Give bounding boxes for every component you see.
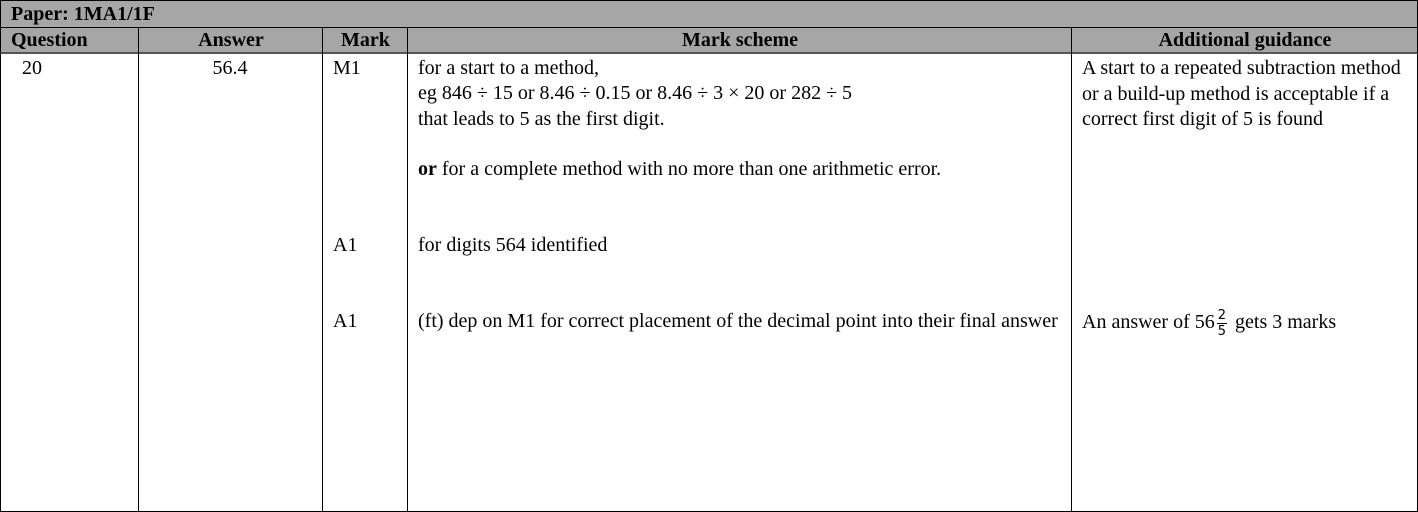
column-divider: [322, 28, 323, 512]
table-header-row: Question Answer Mark Mark scheme Additio…: [0, 28, 1418, 54]
scheme-line: for a start to a method,: [418, 57, 600, 79]
scheme-line: eg 846 ÷ 15 or 8.46 ÷ 0.15 or 8.46 ÷ 3 ×…: [418, 82, 853, 104]
scheme-line: (ft) dep on M1 for correct placement of …: [418, 310, 1058, 332]
fraction-denominator: 5: [1217, 324, 1227, 339]
mark-scheme-document: Paper: 1MA1/1F Question Answer Mark Mark…: [0, 0, 1418, 512]
guidance-suffix: gets 3 marks: [1230, 311, 1337, 334]
header-mark: Mark: [341, 29, 390, 51]
question-number: 20: [22, 57, 42, 79]
answer-value: 56.4: [212, 57, 248, 79]
column-divider: [1071, 28, 1072, 512]
header-question: Question: [11, 29, 88, 51]
column-divider: [138, 28, 139, 512]
scheme-or-text: for a complete method with no more than …: [436, 158, 942, 180]
header-answer: Answer: [198, 29, 264, 51]
header-mark-scheme: Mark scheme: [681, 29, 799, 51]
mark-code: M1: [333, 57, 361, 79]
scheme-alternative: or for a complete method with no more th…: [418, 157, 941, 183]
header-additional-guidance: Additional guidance: [1158, 29, 1332, 51]
mark-code: A1: [333, 310, 358, 332]
fraction-numerator: 2: [1216, 308, 1228, 324]
scheme-line: that leads to 5 as the first digit.: [418, 108, 665, 130]
paper-title: Paper: 1MA1/1F: [0, 0, 1418, 28]
guidance-text: A start to a repeated subtraction method…: [1082, 57, 1401, 130]
fraction: 25: [1216, 308, 1228, 339]
guidance-prefix: An answer of 56: [1082, 311, 1215, 334]
mark-code: A1: [333, 234, 358, 256]
column-divider: [407, 28, 408, 512]
scheme-line: for digits 564 identified: [418, 234, 608, 256]
scheme-or-keyword: or: [418, 158, 437, 180]
guidance-text: An answer of 56 2 5 gets 3 marks: [1082, 309, 1336, 338]
